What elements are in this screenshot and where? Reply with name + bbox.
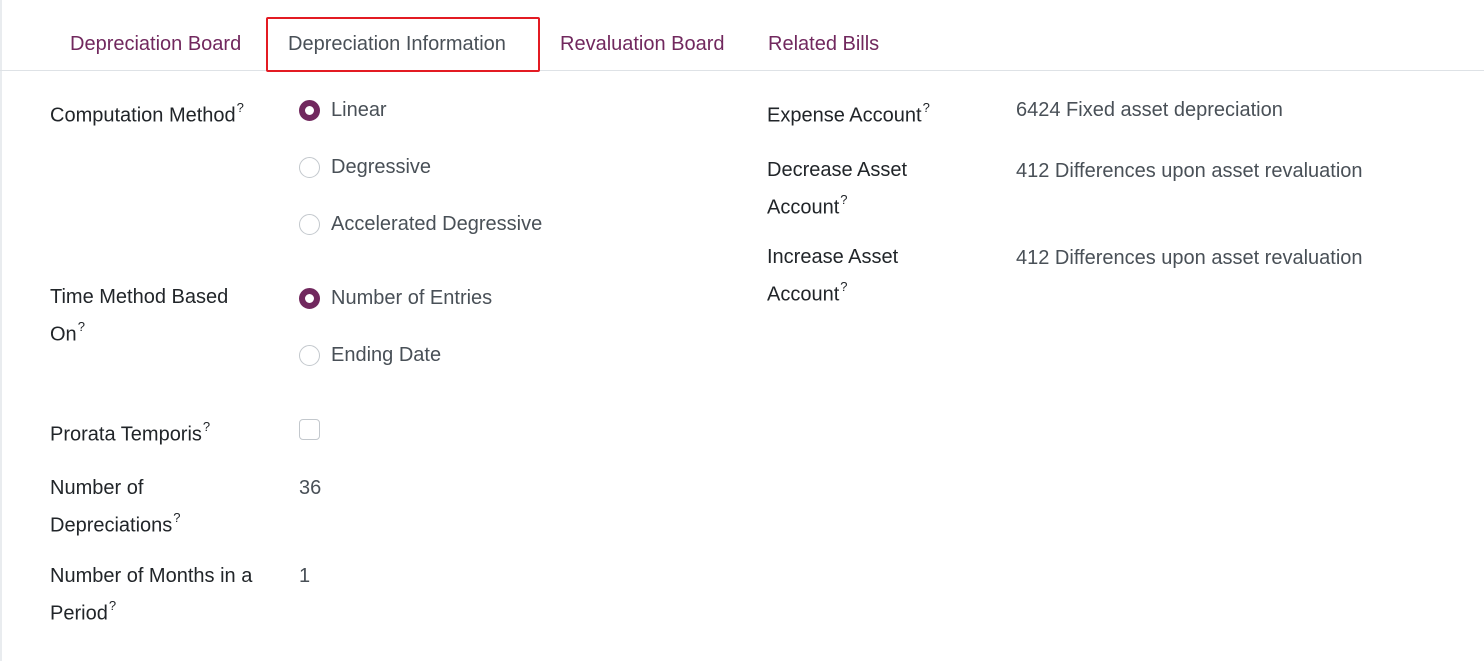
radio-checked-icon [299,288,320,309]
help-icon[interactable]: ? [840,192,847,207]
radio-unchecked-icon [299,214,320,235]
help-icon[interactable]: ? [923,100,930,115]
expense-account-label: Expense Account? [767,100,930,127]
radio-ending-date[interactable]: Ending Date [299,340,441,371]
tab-depreciation-board[interactable]: Depreciation Board [70,18,241,71]
tab-bar: Depreciation Board Depreciation Informat… [0,0,1484,72]
radio-accelerated-degressive[interactable]: Accelerated Degressive [299,209,542,240]
expense-account-field[interactable]: 6424 Fixed asset depreciation [1016,95,1283,126]
help-icon[interactable]: ? [840,279,847,294]
number-of-months-label: Number of Months in a Period? [50,565,253,625]
radio-degressive[interactable]: Degressive [299,152,431,183]
tab-revaluation-board[interactable]: Revaluation Board [560,18,725,71]
radio-unchecked-icon [299,157,320,178]
left-border [0,0,2,661]
increase-asset-account-field[interactable]: 412 Differences upon asset revaluation [1016,243,1363,274]
prorata-temporis-checkbox[interactable] [299,419,320,440]
decrease-asset-account-label: Decrease Asset Account? [767,159,908,219]
radio-linear[interactable]: Linear [299,95,387,126]
radio-unchecked-icon [299,345,320,366]
radio-checked-icon [299,100,320,121]
help-icon[interactable]: ? [109,598,116,613]
tab-depreciation-information[interactable]: Depreciation Information [288,18,506,71]
help-icon[interactable]: ? [173,510,180,525]
time-method-label: Time Method Based On? [50,286,229,346]
number-of-depreciations-field[interactable]: 36 [299,473,321,504]
help-icon[interactable]: ? [78,319,85,334]
number-of-months-field[interactable]: 1 [299,561,310,592]
increase-asset-account-label: Increase Asset Account? [767,246,899,306]
decrease-asset-account-field[interactable]: 412 Differences upon asset revaluation [1016,156,1363,187]
radio-number-of-entries[interactable]: Number of Entries [299,283,492,314]
help-icon[interactable]: ? [237,100,244,115]
tab-related-bills[interactable]: Related Bills [768,18,879,71]
help-icon[interactable]: ? [203,419,210,434]
computation-method-label: Computation Method? [50,100,244,127]
prorata-temporis-label: Prorata Temporis? [50,419,211,446]
number-of-depreciations-label: Number of Depreciations? [50,477,181,537]
